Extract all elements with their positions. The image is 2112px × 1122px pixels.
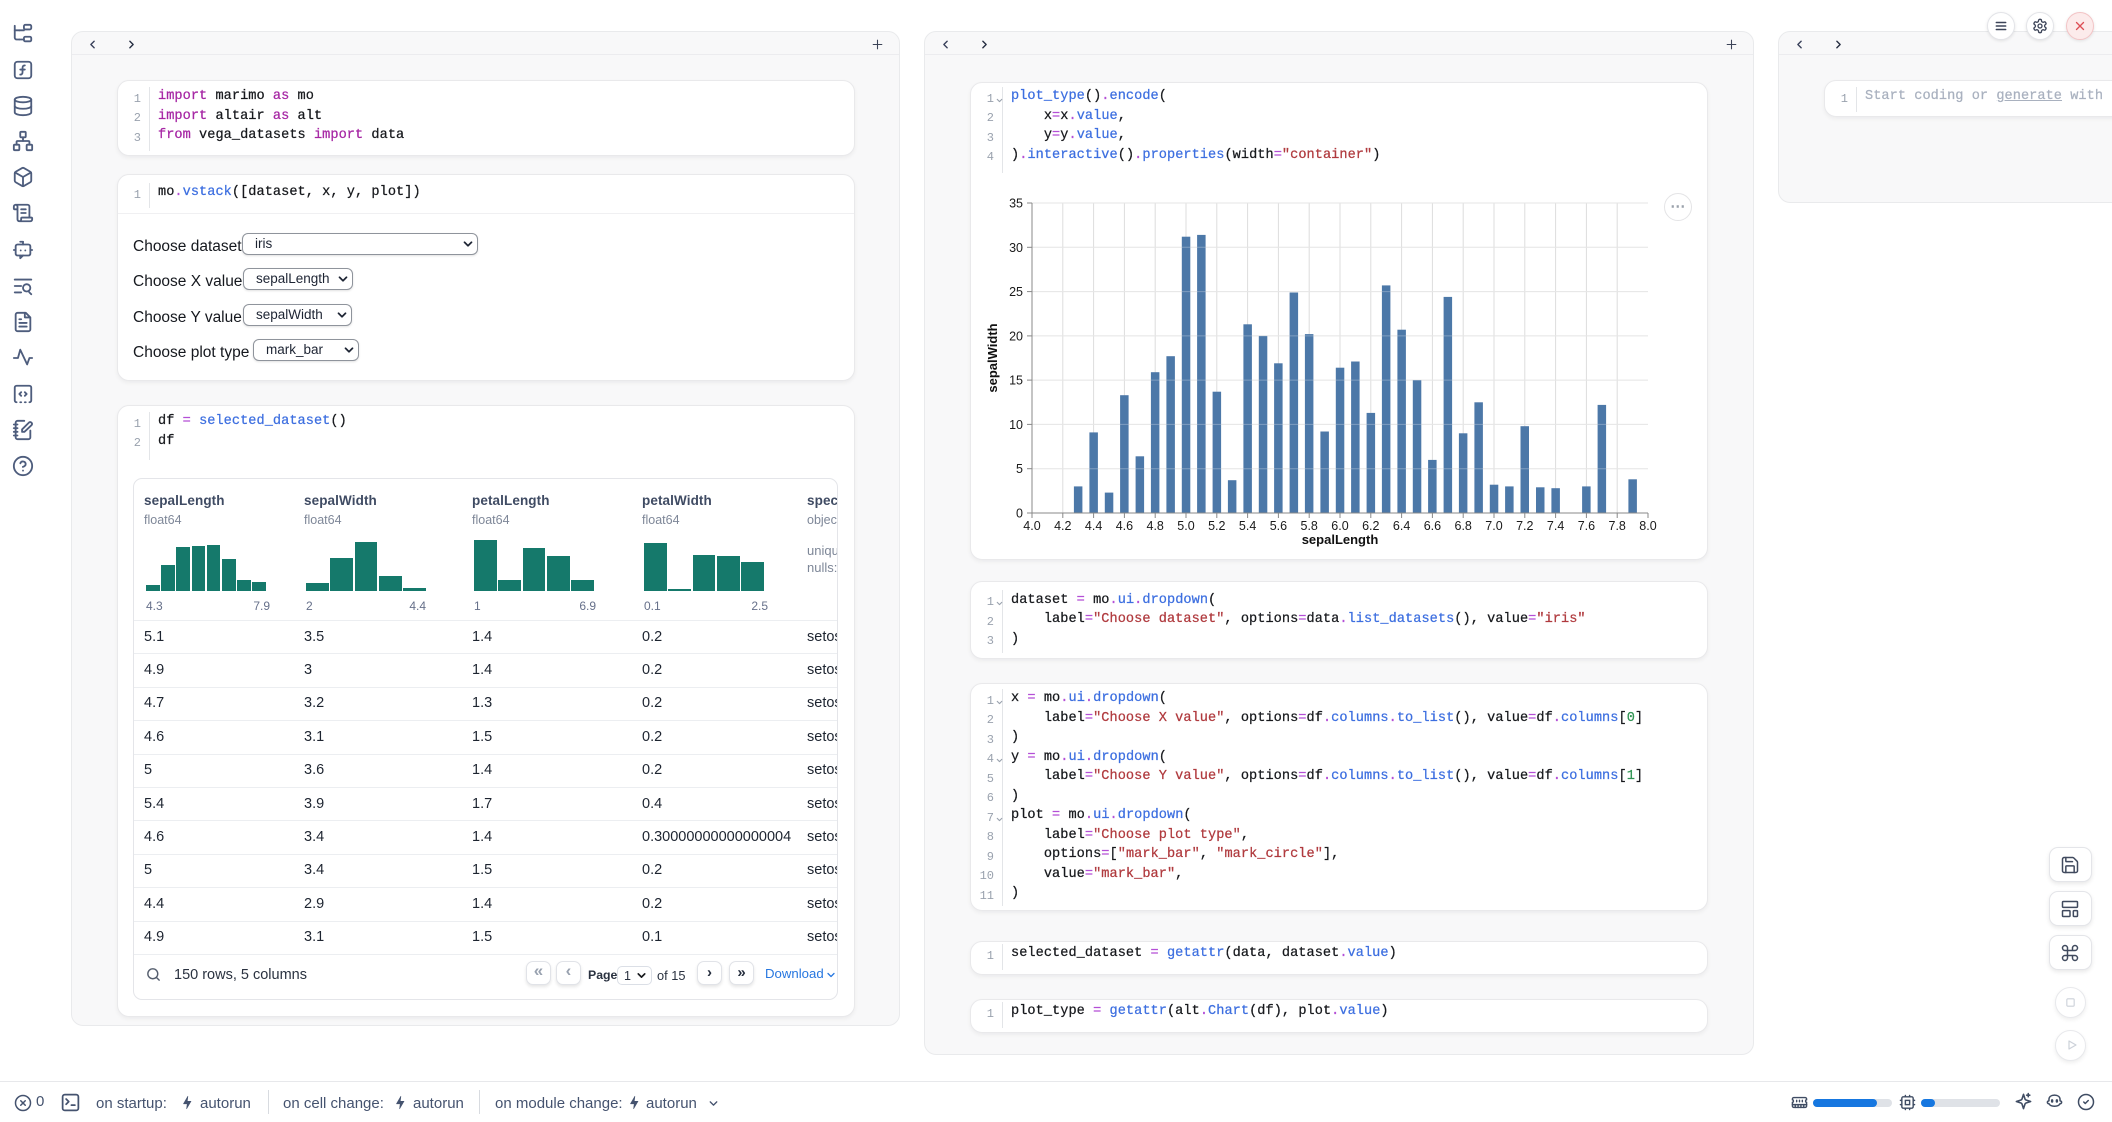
svg-text:7.2: 7.2: [1516, 519, 1533, 533]
svg-text:4.4: 4.4: [1085, 519, 1102, 533]
svg-text:15: 15: [1009, 374, 1023, 388]
svg-text:4.2: 4.2: [1054, 519, 1071, 533]
svg-text:25: 25: [1009, 285, 1023, 299]
svg-text:4.6: 4.6: [1116, 519, 1133, 533]
svg-text:30: 30: [1009, 241, 1023, 255]
svg-text:7.4: 7.4: [1547, 519, 1564, 533]
svg-text:10: 10: [1009, 418, 1023, 432]
svg-text:5.8: 5.8: [1301, 519, 1318, 533]
svg-text:6.0: 6.0: [1331, 519, 1348, 533]
svg-text:6.8: 6.8: [1455, 519, 1472, 533]
svg-text:4.8: 4.8: [1147, 519, 1164, 533]
svg-text:8.0: 8.0: [1639, 519, 1656, 533]
svg-text:5: 5: [1016, 462, 1023, 476]
svg-text:7.6: 7.6: [1578, 519, 1595, 533]
svg-text:0: 0: [1016, 507, 1023, 521]
svg-text:6.4: 6.4: [1393, 519, 1410, 533]
svg-text:35: 35: [1009, 197, 1023, 211]
svg-text:5.4: 5.4: [1239, 519, 1256, 533]
svg-text:6.6: 6.6: [1424, 519, 1441, 533]
svg-text:sepalLength: sepalLength: [1302, 532, 1379, 547]
svg-text:5.6: 5.6: [1270, 519, 1287, 533]
svg-text:20: 20: [1009, 329, 1023, 343]
svg-text:5.2: 5.2: [1208, 519, 1225, 533]
svg-text:sepalWidth: sepalWidth: [985, 323, 1000, 392]
svg-text:6.2: 6.2: [1362, 519, 1379, 533]
svg-text:4.0: 4.0: [1023, 519, 1040, 533]
svg-text:7.8: 7.8: [1609, 519, 1626, 533]
svg-text:5.0: 5.0: [1177, 519, 1194, 533]
svg-text:7.0: 7.0: [1485, 519, 1502, 533]
